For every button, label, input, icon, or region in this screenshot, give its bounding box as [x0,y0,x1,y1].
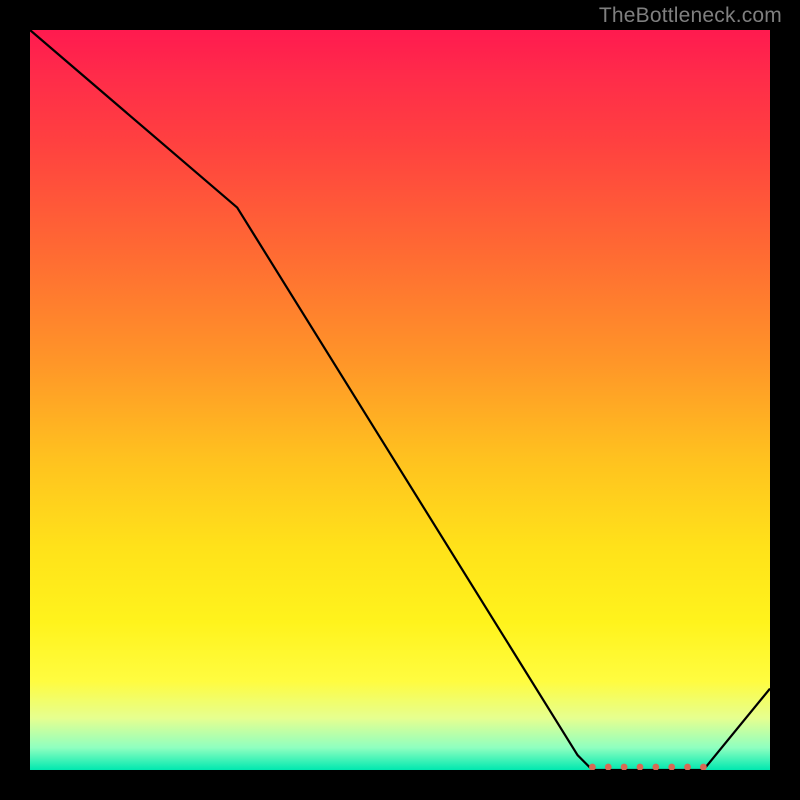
marker-dot [684,764,691,770]
marker-dot [668,764,675,770]
plot-svg [30,30,770,770]
marker-dot [605,764,612,770]
marker-dot [652,764,659,770]
marker-dot [700,764,707,770]
curve-line [30,30,770,770]
chart-frame: TheBottleneck.com [0,0,800,800]
watermark-text: TheBottleneck.com [599,4,782,28]
marker-dot [589,764,596,770]
plot-area [30,30,770,770]
marker-dot [621,764,628,770]
marker-dot [637,764,644,770]
